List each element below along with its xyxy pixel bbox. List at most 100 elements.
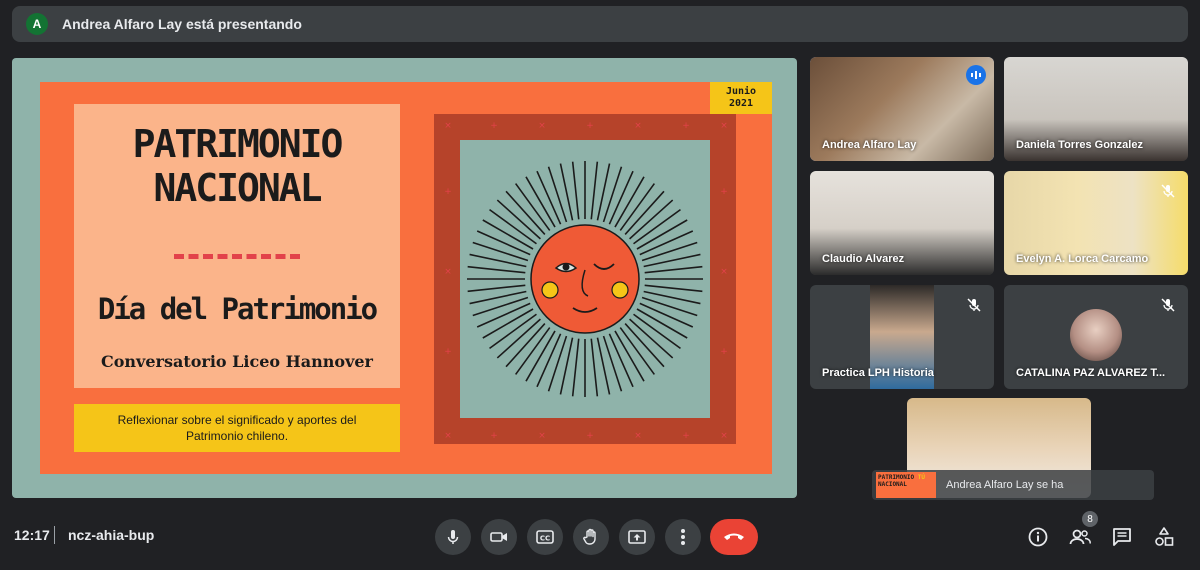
people-button[interactable] <box>1066 523 1094 551</box>
raise-hand-icon <box>583 528 596 545</box>
slide-description-line1: Reflexionar sobre el significado y aport… <box>117 413 357 427</box>
svg-text:×: × <box>720 121 728 131</box>
participant-tile-daniela[interactable]: Daniela Torres Gonzalez <box>1004 57 1188 161</box>
slide-title-line2: NACIONAL <box>153 166 322 210</box>
activities-icon <box>1155 527 1174 546</box>
chat-button[interactable] <box>1108 523 1136 551</box>
participant-tile-claudio[interactable]: Claudio Alvarez <box>810 171 994 275</box>
sun-ray <box>559 163 574 221</box>
divider <box>54 526 55 544</box>
end-call-button[interactable] <box>710 519 758 555</box>
meeting-code: ncz-ahia-bup <box>68 527 155 543</box>
participant-name: Evelyn A. Lorca Carcamo <box>1016 253 1149 265</box>
sun-ray <box>644 284 703 293</box>
sun-illustration <box>467 161 703 397</box>
end-call-icon <box>724 533 744 540</box>
svg-text:+: + <box>682 431 690 441</box>
info-icon <box>1028 527 1048 547</box>
slide-description-line2: Patrimonio chileno. <box>185 429 289 443</box>
meeting-details-button[interactable] <box>1024 523 1052 551</box>
mic-off-icon <box>1161 298 1175 312</box>
sun-ray <box>644 265 703 274</box>
title-panel: PATRIMONIO NACIONAL Día del Patrimonio C… <box>74 104 400 388</box>
speaking-icon <box>966 65 986 85</box>
svg-text:×: × <box>444 121 452 131</box>
present-icon <box>628 530 646 544</box>
svg-text:+: + <box>720 347 728 357</box>
participant-name: Claudio Alvarez <box>822 253 905 265</box>
participant-tile-andrea[interactable]: Andrea Alfaro Lay <box>810 57 994 161</box>
svg-text:+: + <box>444 187 452 197</box>
people-count-badge: 8 <box>1082 511 1098 527</box>
mic-button[interactable] <box>435 519 471 555</box>
sun-ray <box>547 335 568 392</box>
sun-ray <box>472 241 529 262</box>
sun-ray <box>590 338 599 397</box>
svg-text:×: × <box>444 431 452 441</box>
people-icon <box>1069 529 1091 545</box>
presenting-text: Andrea Alfaro Lay está presentando <box>62 16 302 32</box>
sun-ray <box>641 241 698 262</box>
sun-ray <box>571 338 580 397</box>
participant-name: Practica LPH Historia <box>822 367 934 379</box>
sun-ray <box>641 296 698 317</box>
sun-ray <box>596 337 611 395</box>
sun-ray <box>602 166 623 223</box>
participant-tile-catalina[interactable]: CATALINA PAZ ALVAREZ T... <box>1004 285 1188 389</box>
svg-text:×: × <box>538 431 546 441</box>
mic-icon <box>447 530 459 544</box>
thumbnail-text-line1: PATRIMONIO <box>878 474 915 481</box>
svg-text:×: × <box>634 121 642 131</box>
notification-text: Andrea Alfaro Lay se ha <box>946 479 1064 491</box>
participant-tile-practica[interactable]: Practica LPH Historia <box>810 285 994 389</box>
svg-text:+: + <box>490 121 498 131</box>
mic-off-icon <box>1161 184 1175 198</box>
camera-button[interactable] <box>481 519 517 555</box>
sun-ray <box>469 253 527 268</box>
mic-off-icon <box>967 298 981 312</box>
thumbnail-text-tu: TÚ <box>917 474 925 481</box>
sun-ray <box>602 335 623 392</box>
slide-main-title: Día del Patrimonio <box>97 292 378 326</box>
more-icon <box>681 529 685 545</box>
sun-background <box>460 140 710 418</box>
sun-ray <box>547 166 568 223</box>
sun-ray <box>469 290 527 305</box>
participant-tile-evelyn[interactable]: Evelyn A. Lorca Carcamo <box>1004 171 1188 275</box>
date-badge: Junio 2021 <box>710 82 772 114</box>
svg-text:CC: CC <box>540 535 550 543</box>
captions-icon: CC <box>536 530 554 544</box>
participant-name: CATALINA PAZ ALVAREZ T... <box>1016 367 1166 379</box>
thumbnail-text-line2: NACIONAL <box>878 481 907 488</box>
sun-ray <box>590 161 599 220</box>
svg-text:+: + <box>720 187 728 197</box>
captions-button[interactable]: CC <box>527 519 563 555</box>
activities-button[interactable] <box>1150 523 1178 551</box>
slide-subtitle: Conversatorio Liceo Hannover <box>101 352 373 371</box>
slide-thumbnail: PATRIMONIO TÚ NACIONAL <box>876 472 936 498</box>
meeting-time: 12:17 <box>14 527 50 543</box>
raise-hand-button[interactable] <box>573 519 609 555</box>
svg-text:×: × <box>538 121 546 131</box>
svg-text:+: + <box>586 121 594 131</box>
sun-ray <box>467 284 526 293</box>
svg-text:×: × <box>720 267 728 277</box>
sun-frame: × + × + × + × × + × + × + × + × + + × + <box>434 114 736 444</box>
chat-icon <box>1113 528 1131 546</box>
sun-ray <box>643 290 701 305</box>
sun-ray <box>571 161 580 220</box>
sun-ray <box>559 337 574 395</box>
slide-title-line1: PATRIMONIO <box>132 122 344 166</box>
more-options-button[interactable] <box>665 519 701 555</box>
slide-title: PATRIMONIO NACIONAL <box>74 122 400 210</box>
presenter-avatar: A <box>26 13 48 35</box>
svg-text:+: + <box>490 431 498 441</box>
svg-text:+: + <box>586 431 594 441</box>
svg-text:×: × <box>444 267 452 277</box>
svg-text:×: × <box>634 431 642 441</box>
present-button[interactable] <box>619 519 655 555</box>
slide-description: Reflexionar sobre el significado y aport… <box>74 404 400 452</box>
date-badge-year: 2021 <box>728 98 754 109</box>
sun-ray <box>472 296 529 317</box>
svg-text:+: + <box>444 347 452 357</box>
